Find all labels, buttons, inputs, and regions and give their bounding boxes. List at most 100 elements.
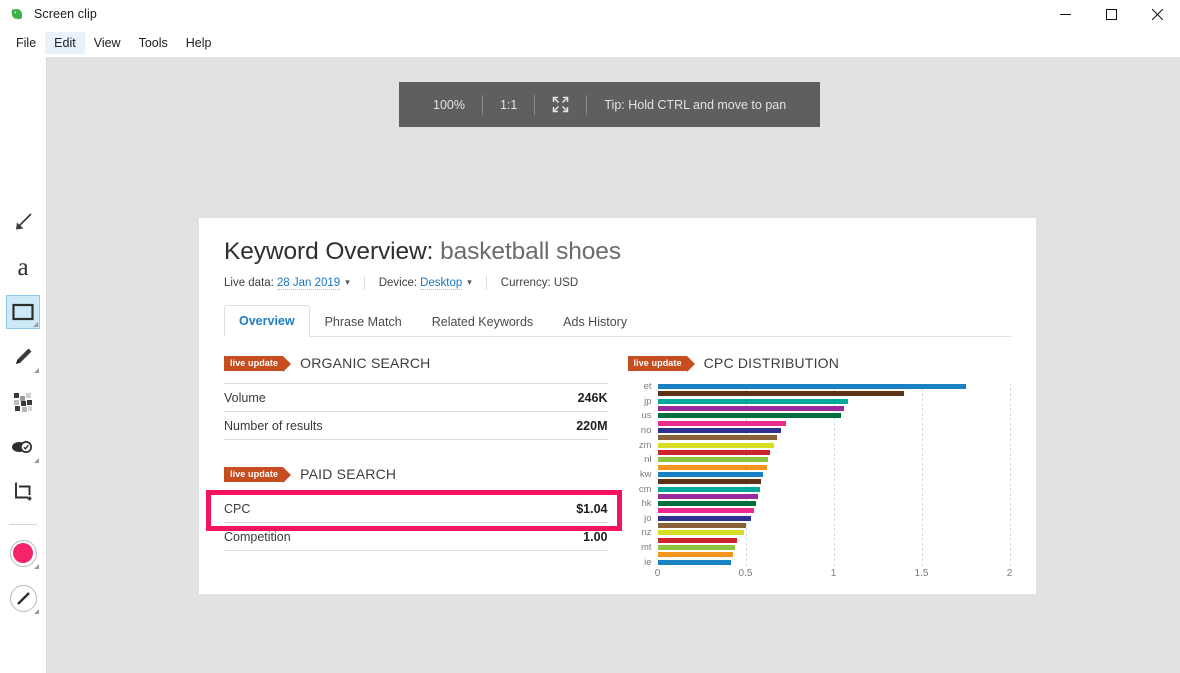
chart-bar[interactable] — [658, 508, 755, 513]
live-data-chevron-down-icon[interactable]: ▾ — [345, 277, 350, 288]
paid-search-block: live update PAID SEARCH CPC $1.04 Compet… — [224, 466, 608, 551]
chart-bar[interactable] — [658, 516, 751, 521]
fit-to-screen-button[interactable] — [535, 96, 586, 113]
chart-bar[interactable] — [658, 487, 760, 492]
chart-bar-row[interactable] — [658, 551, 1010, 558]
marker-tool[interactable] — [6, 340, 40, 374]
chart-bar-row[interactable]: kw — [658, 471, 1010, 478]
editor-canvas[interactable]: 100% 1:1 Tip: Hold CTRL and move to pan — [47, 57, 1180, 673]
minimize-button[interactable] — [1042, 0, 1088, 28]
chart-bar[interactable] — [658, 523, 746, 528]
close-button[interactable] — [1134, 0, 1180, 28]
metric-row-volume[interactable]: Volume 246K — [224, 384, 608, 412]
chart-bar-row[interactable]: mt — [658, 544, 1010, 551]
chart-bar-row[interactable] — [658, 522, 1010, 529]
line-width-submenu-corner[interactable] — [34, 609, 39, 614]
chart-x-tick-label: 2 — [1007, 568, 1013, 579]
chart-bar-row[interactable] — [658, 507, 1010, 514]
chart-bar[interactable] — [658, 413, 841, 418]
chart-bar-row[interactable] — [658, 449, 1010, 456]
color-tool-submenu-corner[interactable] — [34, 564, 39, 569]
chart-gridline — [1010, 383, 1011, 566]
chart-bar-row[interactable] — [658, 434, 1010, 441]
chart-bar[interactable] — [658, 538, 737, 543]
chart-bar-row[interactable] — [658, 390, 1010, 397]
chart-bar-row[interactable]: cm — [658, 485, 1010, 492]
metric-value-volume: 246K — [578, 391, 608, 405]
chart-bar[interactable] — [658, 472, 764, 477]
metric-row-competition[interactable]: Competition 1.00 — [224, 523, 608, 551]
chart-bar[interactable] — [658, 552, 734, 557]
page-title: Keyword Overview: basketball shoes — [224, 238, 1011, 266]
chart-bar-row[interactable] — [658, 537, 1010, 544]
chart-bar[interactable] — [658, 421, 786, 426]
pixelate-tool[interactable] — [6, 385, 40, 419]
maximize-button[interactable] — [1088, 0, 1134, 28]
chart-bar-row[interactable] — [658, 405, 1010, 412]
chart-bar-row[interactable] — [658, 493, 1010, 500]
chart-bar-row[interactable]: no — [658, 427, 1010, 434]
zoom-level-label[interactable]: 100% — [416, 98, 482, 112]
chart-bar-row[interactable]: jp — [658, 398, 1010, 405]
device-chevron-down-icon[interactable]: ▾ — [467, 277, 472, 288]
tab-related-keywords[interactable]: Related Keywords — [417, 306, 548, 337]
menu-item-edit[interactable]: Edit — [45, 32, 85, 54]
chart-bar-row[interactable]: ie — [658, 559, 1010, 566]
chart-bar-row[interactable] — [658, 420, 1010, 427]
line-width-tool[interactable] — [6, 581, 40, 615]
chart-bar[interactable] — [658, 457, 769, 462]
menu-item-help[interactable]: Help — [177, 32, 221, 54]
chart-bar[interactable] — [658, 501, 757, 506]
text-tool[interactable]: a — [6, 250, 40, 284]
menu-item-tools[interactable]: Tools — [130, 32, 177, 54]
chart-bar[interactable] — [658, 479, 762, 484]
arrow-tool[interactable] — [6, 205, 40, 239]
chart-bar[interactable] — [658, 443, 774, 448]
chart-bar-row[interactable] — [658, 463, 1010, 470]
chart-bar-row[interactable]: nz — [658, 529, 1010, 536]
chart-bar[interactable] — [658, 391, 904, 396]
menu-item-file[interactable]: File — [7, 32, 45, 54]
tab-phrase-match[interactable]: Phrase Match — [310, 306, 417, 337]
menu-item-view[interactable]: View — [85, 32, 130, 54]
chart-bar-row[interactable] — [658, 478, 1010, 485]
chart-y-tick-label: jp — [644, 396, 651, 407]
crop-tool[interactable] — [6, 475, 40, 509]
chart-bar-row[interactable]: hk — [658, 500, 1010, 507]
device-value[interactable]: Desktop — [420, 277, 462, 290]
color-tool[interactable] — [6, 536, 40, 570]
stamp-tool[interactable] — [6, 430, 40, 464]
chart-bar[interactable] — [658, 428, 781, 433]
window-title: Screen clip — [34, 7, 97, 21]
live-data-value[interactable]: 28 Jan 2019 — [277, 277, 340, 290]
rectangle-tool-submenu-corner[interactable] — [33, 322, 38, 327]
chart-bar[interactable] — [658, 435, 778, 440]
cpc-distribution-title: CPC DISTRIBUTION — [704, 355, 839, 371]
rectangle-tool[interactable] — [6, 295, 40, 329]
chart-y-tick-label: nz — [641, 527, 651, 538]
zoom-actual-size-button[interactable]: 1:1 — [483, 98, 534, 112]
tool-rail: a — [0, 57, 47, 673]
stamp-tool-submenu-corner[interactable] — [34, 458, 39, 463]
organic-search-block: live update ORGANIC SEARCH Volume 246K N… — [224, 355, 608, 440]
chart-bar-row[interactable]: zm — [658, 442, 1010, 449]
tab-overview[interactable]: Overview — [224, 305, 310, 337]
marker-tool-submenu-corner[interactable] — [34, 368, 39, 373]
metric-row-cpc[interactable]: CPC $1.04 — [224, 495, 608, 523]
chart-bar[interactable] — [658, 465, 767, 470]
chart-bar[interactable] — [658, 399, 848, 404]
chart-bar-row[interactable]: nl — [658, 456, 1010, 463]
chart-bar[interactable] — [658, 450, 771, 455]
chart-bar[interactable] — [658, 384, 966, 389]
chart-bar[interactable] — [658, 560, 732, 565]
chart-bar[interactable] — [658, 406, 845, 411]
metric-row-number-of-results[interactable]: Number of results 220M — [224, 412, 608, 440]
chart-bar[interactable] — [658, 545, 735, 550]
chart-bar-row[interactable]: us — [658, 412, 1010, 419]
organic-search-header: live update ORGANIC SEARCH — [224, 355, 608, 371]
chart-bar-row[interactable]: jo — [658, 515, 1010, 522]
tab-ads-history[interactable]: Ads History — [548, 306, 642, 337]
chart-bar[interactable] — [658, 530, 744, 535]
chart-bar[interactable] — [658, 494, 758, 499]
chart-bar-row[interactable]: et — [658, 383, 1010, 390]
